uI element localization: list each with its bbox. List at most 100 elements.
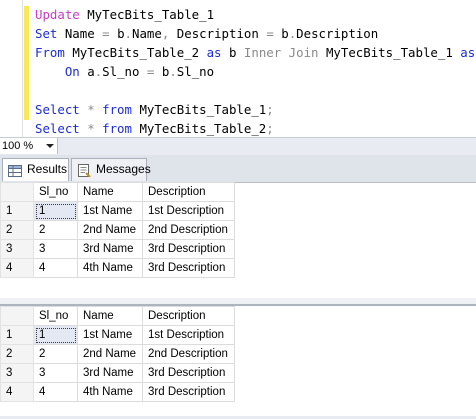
table-cell[interactable]: 4th Name	[77, 258, 143, 278]
row-number[interactable]: 2	[0, 220, 34, 240]
code-token: From	[35, 45, 73, 60]
table-cell[interactable]: 2	[33, 344, 78, 364]
table-cell[interactable]: 1st Description	[142, 201, 235, 221]
table-row[interactable]: 4 4 4th Name 3rd Description	[0, 258, 235, 278]
row-number[interactable]: 4	[0, 382, 34, 402]
table-cell[interactable]: 3rd Name	[77, 363, 143, 383]
table-cell[interactable]: 4	[33, 258, 78, 278]
code-token: Sl_no	[176, 64, 215, 79]
row-number[interactable]: 1	[0, 201, 34, 221]
code-token: b	[228, 45, 244, 60]
table-row[interactable]: 3 3 3rd Name 3rd Description	[0, 363, 235, 383]
row-number[interactable]: 2	[0, 344, 34, 364]
code-token: as	[460, 45, 476, 60]
table-cell[interactable]: 1	[33, 325, 78, 345]
code-token: b	[117, 26, 125, 41]
table-cell[interactable]: 2nd Description	[142, 344, 235, 364]
corner-cell[interactable]	[0, 182, 34, 202]
table-cell[interactable]: 2nd Description	[142, 220, 235, 240]
column-header[interactable]: Description	[142, 182, 235, 202]
table-cell[interactable]: 4	[33, 382, 78, 402]
code-token: MyTecBits_Table_1	[139, 102, 267, 117]
code-token: =	[266, 26, 282, 41]
code-token: b	[281, 26, 289, 41]
tab-results-label: Results	[27, 162, 68, 176]
code-line[interactable]: On a.Sl_no = b.Sl_no	[35, 63, 214, 81]
code-token: .	[169, 64, 177, 79]
column-header[interactable]: Sl_no	[33, 306, 78, 326]
chevron-down-icon[interactable]	[46, 144, 54, 148]
code-token: as	[206, 45, 229, 60]
table-cell[interactable]: 1st Name	[77, 201, 143, 221]
column-header[interactable]: Description	[142, 306, 235, 326]
table-row[interactable]: 2 2 2nd Name 2nd Description	[0, 220, 235, 240]
row-number[interactable]: 4	[0, 258, 34, 278]
table-row[interactable]: 1 1 1st Name 1st Description	[0, 325, 235, 345]
zoom-bar: 100 %	[0, 137, 476, 156]
table-row[interactable]: 1 1 1st Name 1st Description	[0, 201, 235, 221]
table-row[interactable]: 2 2 2nd Name 2nd Description	[0, 344, 235, 364]
change-tracking-margin	[24, 6, 29, 120]
code-token: Description	[296, 26, 379, 41]
table-cell[interactable]: 3	[33, 239, 78, 259]
column-header[interactable]: Sl_no	[33, 182, 78, 202]
zoom-select[interactable]: 100 %	[0, 138, 58, 154]
table-cell[interactable]: 2nd Name	[77, 344, 143, 364]
query-editor[interactable]: Update MyTecBits_Table_1 Set Name = b.Nam…	[0, 0, 476, 137]
table-cell[interactable]: 3rd Description	[142, 258, 235, 278]
code-token: Name	[132, 26, 162, 41]
table-cell[interactable]: 3rd Name	[77, 239, 143, 259]
zoom-value: 100 %	[2, 140, 34, 152]
code-token: from	[102, 121, 140, 136]
code-token: *	[87, 102, 103, 117]
table-cell[interactable]: 3rd Description	[142, 363, 235, 383]
result-grid-1[interactable]: Sl_no Name Description 1 1 1st Name 1st Descri…	[0, 182, 476, 298]
code-token: MyTecBits_Table_2	[72, 45, 207, 60]
tab-messages-label: Messages	[96, 162, 151, 176]
code-line[interactable]: Set Name = b.Name, Description = b.Descr…	[35, 25, 378, 43]
code-line[interactable]: Select * from MyTecBits_Table_2;	[35, 120, 274, 138]
table-cell[interactable]: 1	[33, 201, 78, 221]
code-token: Sl_no	[102, 64, 147, 79]
table-cell[interactable]: 4th Name	[77, 382, 143, 402]
row-number[interactable]: 3	[0, 363, 34, 383]
code-token: =	[102, 26, 118, 41]
table-cell[interactable]: 3rd Description	[142, 382, 235, 402]
code-token: Inner Join	[243, 45, 326, 60]
code-token: =	[146, 64, 162, 79]
column-header[interactable]: Name	[77, 182, 143, 202]
table-cell[interactable]: 2	[33, 220, 78, 240]
code-token: a	[87, 64, 95, 79]
code-token: Update	[35, 7, 88, 22]
table-cell[interactable]: 3	[33, 363, 78, 383]
table-cell[interactable]: 1st Name	[77, 325, 143, 345]
code-token: .	[124, 26, 133, 41]
code-token: from	[102, 102, 140, 117]
row-number[interactable]: 1	[0, 325, 34, 345]
code-token: Select	[35, 121, 88, 136]
code-line[interactable]: From MyTecBits_Table_2 as b Inner Join M…	[35, 44, 476, 62]
code-token: *	[87, 121, 103, 136]
editor-gutter	[22, 0, 23, 137]
tab-results[interactable]: Results	[2, 158, 69, 181]
code-token: ;	[266, 102, 274, 117]
code-token: On	[35, 64, 88, 79]
header-row: Sl_no Name Description	[0, 306, 235, 326]
result-grid-2[interactable]: Sl_no Name Description 1 1 1st Name 1st Descri…	[0, 304, 476, 418]
tab-messages[interactable]: Messages	[71, 158, 151, 181]
table-cell[interactable]: 3rd Description	[142, 239, 235, 259]
column-header[interactable]: Name	[77, 306, 143, 326]
table-cell[interactable]: 1st Description	[142, 325, 235, 345]
code-line[interactable]: Select * from MyTecBits_Table_1;	[35, 101, 274, 119]
code-token: Set	[35, 26, 65, 41]
row-number[interactable]: 3	[0, 239, 34, 259]
code-line[interactable]: Update MyTecBits_Table_1	[35, 6, 214, 24]
code-token: Name	[64, 26, 103, 41]
code-token: Description	[176, 26, 267, 41]
corner-cell[interactable]	[0, 306, 34, 326]
table-row[interactable]: 4 4 4th Name 3rd Description	[0, 382, 235, 402]
table-row[interactable]: 3 3 3rd Name 3rd Description	[0, 239, 235, 259]
code-token: ;	[266, 121, 274, 136]
table-cell[interactable]: 2nd Name	[77, 220, 143, 240]
code-token: MyTecBits_Table_2	[139, 121, 267, 136]
